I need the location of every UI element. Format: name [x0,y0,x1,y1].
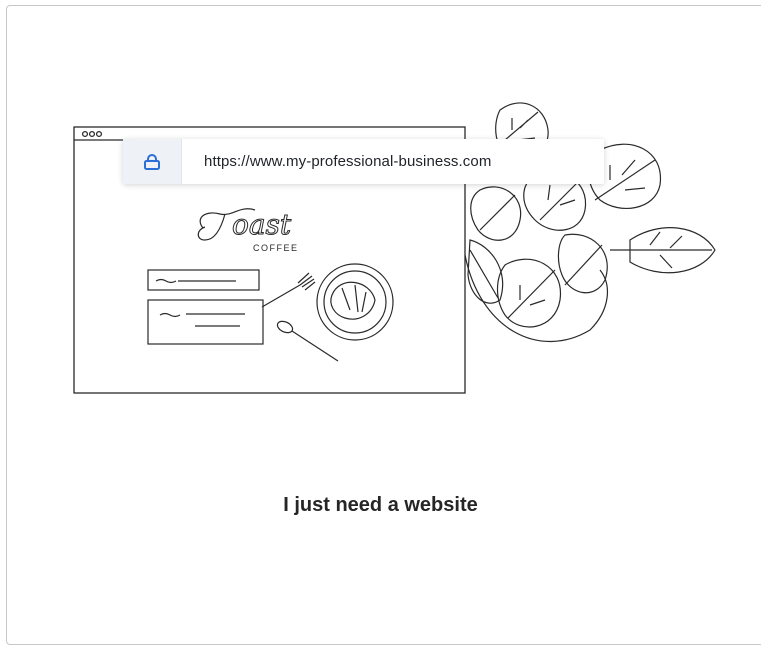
website-illustration: oast COFFEE [73,102,716,394]
svg-text:COFFEE: COFFEE [253,243,299,253]
lock-icon [144,153,160,170]
url-text: https://www.my-professional-business.com [204,153,492,170]
address-bar: https://www.my-professional-business.com [123,139,604,184]
option-label: I just need a website [283,494,478,516]
lock-icon-container [123,139,182,184]
svg-text:oast: oast [232,208,292,241]
